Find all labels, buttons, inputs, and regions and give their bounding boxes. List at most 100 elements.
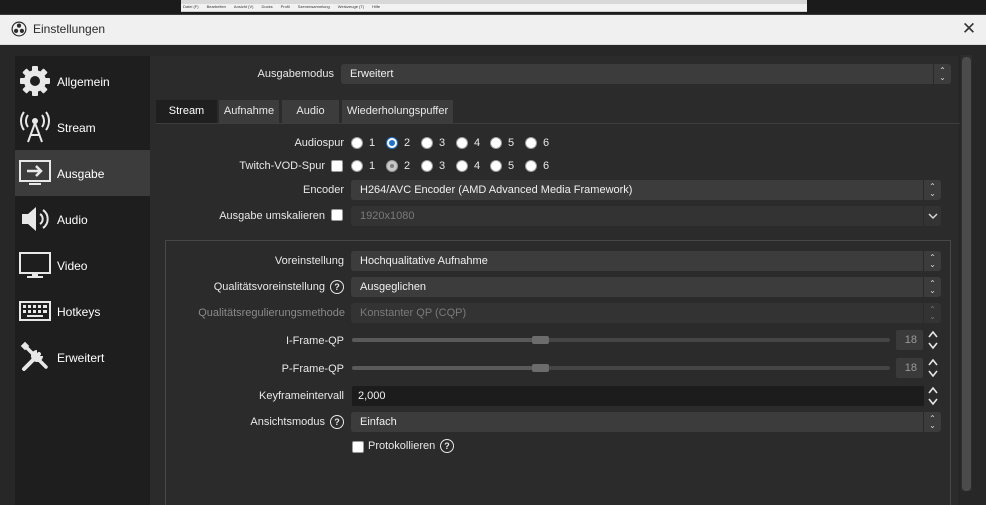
radio-label: 1	[369, 160, 376, 172]
spin-updown-icon[interactable]	[926, 329, 940, 351]
sidebar-item-stream[interactable]: Stream	[15, 104, 150, 150]
page: Datei (F) Bearbeiten Ansicht (V) Docks P…	[0, 0, 986, 505]
encoder-label: Encoder	[303, 184, 344, 196]
background-menu-item: Profil	[280, 4, 290, 9]
keyframe-value: 2,000	[358, 390, 386, 402]
preset-select[interactable]: Hochqualitative Aufnahme ⌃ ⌄	[351, 251, 941, 271]
twitch-vod-label: Twitch-VOD-Spur	[239, 160, 325, 172]
background-menu-item: Szenensammlung	[297, 4, 330, 9]
updown-arrows-icon: ⌃ ⌄	[933, 64, 951, 84]
help-icon[interactable]: ?	[440, 439, 454, 453]
pframe-qp-label: P-Frame-QP	[281, 363, 344, 375]
updown-arrows-icon: ⌃ ⌄	[923, 412, 941, 432]
view-mode-label: Ansichtsmodus	[250, 416, 325, 428]
background-menu-item: Hilfe	[372, 4, 381, 9]
tab-aufnahme[interactable]: Aufnahme	[219, 100, 279, 123]
chevron-down-icon	[923, 206, 941, 226]
background-menu-item: Bearbeiten	[206, 4, 226, 9]
audio-track-radio-1[interactable]	[351, 137, 363, 149]
speaker-icon	[22, 207, 49, 231]
background-menubar: Datei (F) Bearbeiten Ansicht (V) Docks P…	[181, 0, 807, 12]
tab-divider	[156, 123, 960, 124]
updown-arrows-icon: ⌃ ⌄	[923, 277, 941, 297]
preset-label: Voreinstellung	[274, 255, 344, 267]
twitch-vod-radio-1[interactable]	[351, 160, 363, 172]
sidebar-item-video[interactable]: Video	[15, 242, 150, 288]
background-menu-item: Docks	[261, 4, 273, 9]
sidebar-item-label: Audio	[57, 213, 88, 227]
sidebar-item-label: Erweitert	[57, 351, 105, 365]
help-icon[interactable]: ?	[330, 415, 344, 429]
audio-track-label: Audiospur	[294, 137, 344, 149]
background-menu-item: Ansicht (V)	[233, 4, 254, 9]
iframe-qp-label: I-Frame-QP	[285, 335, 344, 347]
rate-control-select: Konstanter QP (CQP) ⌃ ⌄	[351, 303, 941, 323]
sidebar-item-erweitert[interactable]: Erweitert	[15, 334, 150, 380]
keyboard-icon	[19, 301, 51, 321]
sidebar-item-audio[interactable]: Audio	[15, 196, 150, 242]
spin-updown-icon[interactable]	[926, 385, 940, 407]
window-title: Einstellungen	[33, 22, 106, 36]
logging-checkbox[interactable]	[352, 441, 364, 453]
background-menu-item: Werkzeuge (T)	[337, 4, 365, 9]
quality-preset-value: Ausgeglichen	[360, 281, 427, 293]
spin-updown-icon[interactable]	[926, 357, 940, 379]
scrollbar-thumb[interactable]	[962, 57, 971, 491]
content-scrollbar[interactable]	[961, 55, 972, 491]
audio-track-radio-6[interactable]	[525, 137, 537, 149]
encoder-select[interactable]: H264/AVC Encoder (AMD Advanced Media Fra…	[351, 180, 941, 200]
tab-stream[interactable]: Stream	[156, 100, 217, 123]
sidebar-item-label: Hotkeys	[57, 305, 101, 319]
sidebar-item-allgemein[interactable]: Allgemein	[15, 58, 150, 104]
sidebar-item-ausgabe[interactable]: Ausgabe	[15, 150, 150, 196]
quality-preset-label: Qualitätsvoreinstellung	[213, 281, 325, 293]
gear-icon	[20, 66, 50, 96]
iframe-qp-spinbox[interactable]: 18	[896, 330, 923, 350]
output-mode-label: Ausgabemodus	[257, 68, 334, 80]
rescale-checkbox[interactable]	[331, 209, 343, 221]
view-mode-select[interactable]: Einfach ⌃ ⌄	[351, 412, 941, 432]
audio-track-radio-5[interactable]	[490, 137, 502, 149]
radio-label: 4	[474, 137, 481, 149]
output-monitor-icon	[19, 160, 51, 185]
quality-preset-select[interactable]: Ausgeglichen ⌃ ⌄	[351, 277, 941, 297]
keyframe-input[interactable]: 2,000	[352, 386, 924, 406]
updown-arrows-icon: ⌃ ⌄	[923, 303, 941, 323]
rate-control-value: Konstanter QP (CQP)	[360, 307, 467, 319]
output-mode-select[interactable]: Erweitert ⌃ ⌄	[341, 64, 951, 84]
close-icon: ✕	[961, 19, 977, 38]
sidebar-item-hotkeys[interactable]: Hotkeys	[15, 288, 150, 334]
radio-label: 5	[508, 137, 515, 149]
iframe-qp-value: 18	[904, 334, 917, 346]
twitch-vod-checkbox[interactable]	[331, 160, 343, 172]
audio-track-radio-3[interactable]	[421, 137, 433, 149]
iframe-qp-slider-track[interactable]	[352, 338, 890, 342]
background-window: Datei (F) Bearbeiten Ansicht (V) Docks P…	[0, 0, 986, 14]
obs-logo-icon	[11, 21, 27, 37]
rescale-value: 1920x1080	[360, 210, 415, 222]
output-mode-value: Erweitert	[350, 68, 394, 80]
radio-label: 5	[508, 160, 515, 172]
twitch-vod-radio-4[interactable]	[456, 160, 468, 172]
tab-audio[interactable]: Audio	[282, 100, 339, 123]
pframe-qp-slider-handle[interactable]	[531, 364, 549, 372]
pframe-qp-spinbox[interactable]: 18	[896, 358, 923, 378]
audio-track-radio-2[interactable]	[386, 137, 398, 149]
monitor-icon	[19, 252, 51, 278]
iframe-qp-slider-handle[interactable]	[531, 336, 549, 344]
audio-track-radio-4[interactable]	[456, 137, 468, 149]
close-button[interactable]: ✕	[958, 18, 980, 40]
radio-label: 4	[474, 160, 481, 172]
pframe-qp-slider-track[interactable]	[352, 366, 890, 370]
twitch-vod-radio-2[interactable]	[386, 160, 398, 172]
radio-label: 6	[543, 137, 550, 149]
twitch-vod-radio-5[interactable]	[490, 160, 502, 172]
iframe-qp-slider-fill	[352, 338, 541, 342]
radio-label: 3	[439, 137, 446, 149]
rate-control-label: Qualitätsregulierungsmethode	[198, 307, 345, 319]
pframe-qp-value: 18	[904, 362, 917, 374]
tab-wiederholungspuffer[interactable]: Wiederholungspuffer	[342, 100, 453, 123]
twitch-vod-radio-6[interactable]	[525, 160, 537, 172]
twitch-vod-radio-3[interactable]	[421, 160, 433, 172]
help-icon[interactable]: ?	[330, 280, 344, 294]
